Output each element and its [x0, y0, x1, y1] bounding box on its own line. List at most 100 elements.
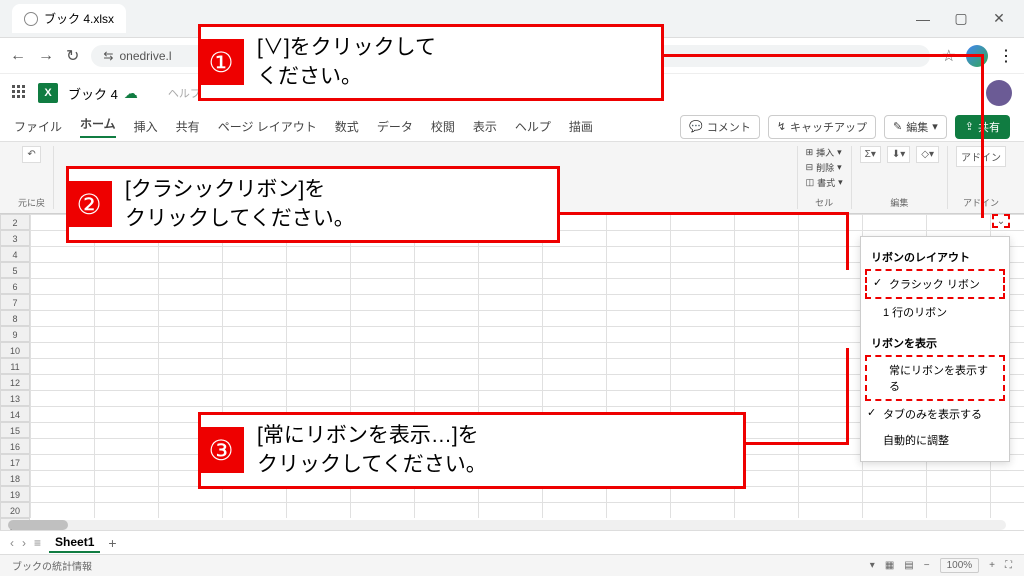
tab-draw[interactable]: 描画: [569, 118, 593, 135]
forward-icon[interactable]: →: [38, 47, 54, 65]
tab-help[interactable]: ヘルプ: [515, 118, 551, 135]
horizontal-scrollbar[interactable]: [8, 520, 1006, 530]
view-pagebreak-icon[interactable]: ▤: [904, 560, 913, 571]
editing-group-label: 編集: [890, 196, 908, 209]
comments-button[interactable]: 💬コメント: [680, 115, 760, 139]
cloud-saved-icon: ☁: [124, 85, 138, 102]
row-header[interactable]: 16: [0, 438, 30, 454]
user-avatar[interactable]: [986, 80, 1012, 106]
tab-title: ブック 4.xlsx: [44, 10, 114, 27]
arrow-1-vertical: [981, 54, 984, 218]
reload-icon[interactable]: ↻: [66, 46, 79, 66]
catchup-button[interactable]: ↯キャッチアップ: [768, 115, 876, 139]
row-header[interactable]: 15: [0, 422, 30, 438]
pencil-icon: ✎: [893, 120, 902, 133]
row-header[interactable]: 5: [0, 262, 30, 278]
ribbon-options-popup: リボンのレイアウト クラシック リボン 1 行のリボン リボンを表示 常にリボン…: [860, 236, 1010, 462]
autosum-icon[interactable]: Σ▾: [860, 146, 881, 163]
row-header[interactable]: 19: [0, 486, 30, 502]
clear-icon[interactable]: ◇▾: [916, 146, 939, 163]
row-header[interactable]: 7: [0, 294, 30, 310]
excel-logo-icon: X: [38, 83, 58, 103]
callout-number-3: ③: [198, 427, 244, 473]
share-icon: ⇪: [965, 120, 974, 133]
back-icon[interactable]: ←: [10, 47, 26, 65]
row-header[interactable]: 4: [0, 246, 30, 262]
annotation-callout-1: ① [∨]をクリックしてください。: [198, 24, 664, 101]
close-icon[interactable]: ✕: [990, 10, 1008, 28]
cells-delete-button[interactable]: ⊟削除▾: [806, 161, 843, 174]
tab-share[interactable]: 共有: [176, 118, 200, 135]
zoom-in-button[interactable]: +: [989, 560, 995, 571]
tab-pagelayout[interactable]: ページ レイアウト: [218, 118, 317, 135]
option-show-tabs-only[interactable]: タブのみを表示する: [861, 401, 1009, 427]
tab-home[interactable]: ホーム: [80, 115, 116, 138]
row-header[interactable]: 14: [0, 406, 30, 422]
row-header[interactable]: 13: [0, 390, 30, 406]
comment-icon: 💬: [689, 120, 703, 133]
zoom-out-button[interactable]: −: [924, 560, 930, 571]
popup-heading-layout: リボンのレイアウト: [861, 245, 1009, 269]
site-info-icon: ⇆: [103, 49, 113, 63]
kebab-icon[interactable]: ⋮: [998, 46, 1014, 66]
sheet-list-icon[interactable]: ≡: [34, 536, 41, 550]
format-cells-icon: ◫: [806, 177, 815, 188]
cells-group-label: セル: [815, 196, 833, 209]
undo-label: 元に戻: [18, 196, 45, 209]
cells-format-button[interactable]: ◫書式▾: [806, 176, 843, 189]
row-header[interactable]: 10: [0, 342, 30, 358]
sheet-tab-sheet1[interactable]: Sheet1: [49, 533, 100, 553]
tab-file[interactable]: ファイル: [14, 118, 62, 135]
zoom-level[interactable]: 100%: [940, 558, 980, 573]
view-normal-icon[interactable]: ▾: [870, 560, 875, 571]
option-single-line-ribbon[interactable]: 1 行のリボン: [861, 299, 1009, 325]
app-launcher-icon[interactable]: [12, 85, 28, 101]
row-header[interactable]: 3: [0, 230, 30, 246]
delete-cells-icon: ⊟: [806, 162, 814, 173]
arrow-2-horizontal: [560, 212, 846, 215]
row-header[interactable]: 8: [0, 310, 30, 326]
edit-button[interactable]: ✎編集▾: [884, 115, 947, 139]
option-auto-adjust[interactable]: 自動的に調整: [861, 427, 1009, 453]
row-header[interactable]: 11: [0, 358, 30, 374]
option-classic-ribbon[interactable]: クラシック リボン: [865, 269, 1005, 299]
document-title[interactable]: ブック 4: [68, 84, 118, 103]
cells-insert-button[interactable]: ⊞挿入▾: [806, 146, 843, 159]
ribbon-display-options-button[interactable]: ⌄: [992, 214, 1010, 228]
callout-number-2: ②: [66, 181, 112, 227]
add-sheet-button[interactable]: +: [108, 535, 116, 551]
sheet-nav-next-icon[interactable]: ›: [22, 536, 26, 550]
row-header[interactable]: 12: [0, 374, 30, 390]
undo-icon[interactable]: ↶: [22, 146, 40, 163]
tab-insert[interactable]: 挿入: [134, 118, 158, 135]
minimize-icon[interactable]: —: [914, 10, 932, 28]
row-header[interactable]: 6: [0, 278, 30, 294]
popup-heading-show: リボンを表示: [861, 331, 1009, 355]
callout-number-1: ①: [198, 39, 244, 85]
workbook-statistics[interactable]: ブックの統計情報: [12, 558, 92, 573]
arrow-3-horizontal: [746, 442, 846, 445]
option-always-show-ribbon[interactable]: 常にリボンを表示する: [865, 355, 1005, 401]
fullscreen-icon[interactable]: ⛶: [1005, 560, 1012, 571]
row-header[interactable]: 20: [0, 502, 30, 518]
arrow-1-horizontal: [664, 54, 984, 57]
annotation-callout-2: ② [クラシックリボン]をクリックしてください。: [66, 166, 560, 243]
maximize-icon[interactable]: ▢: [952, 10, 970, 28]
row-header[interactable]: 2: [0, 214, 30, 230]
insert-cells-icon: ⊞: [806, 147, 814, 158]
row-header[interactable]: 18: [0, 470, 30, 486]
sheet-nav-prev-icon[interactable]: ‹: [10, 536, 14, 550]
tab-data[interactable]: データ: [377, 118, 413, 135]
browser-tab[interactable]: ブック 4.xlsx: [12, 4, 126, 33]
arrow-3-vertical: [846, 348, 849, 445]
row-header[interactable]: 9: [0, 326, 30, 342]
tab-view[interactable]: 表示: [473, 118, 497, 135]
tab-review[interactable]: 校閲: [431, 118, 455, 135]
view-pagelayout-icon[interactable]: ▦: [885, 560, 894, 571]
row-header[interactable]: 17: [0, 454, 30, 470]
arrow-2-vertical: [846, 212, 849, 270]
url-text: onedrive.l: [119, 49, 171, 63]
annotation-callout-3: ③ [常にリボンを表示…]をクリックしてください。: [198, 412, 746, 489]
fill-icon[interactable]: ⬇▾: [887, 146, 910, 163]
tab-formulas[interactable]: 数式: [335, 118, 359, 135]
